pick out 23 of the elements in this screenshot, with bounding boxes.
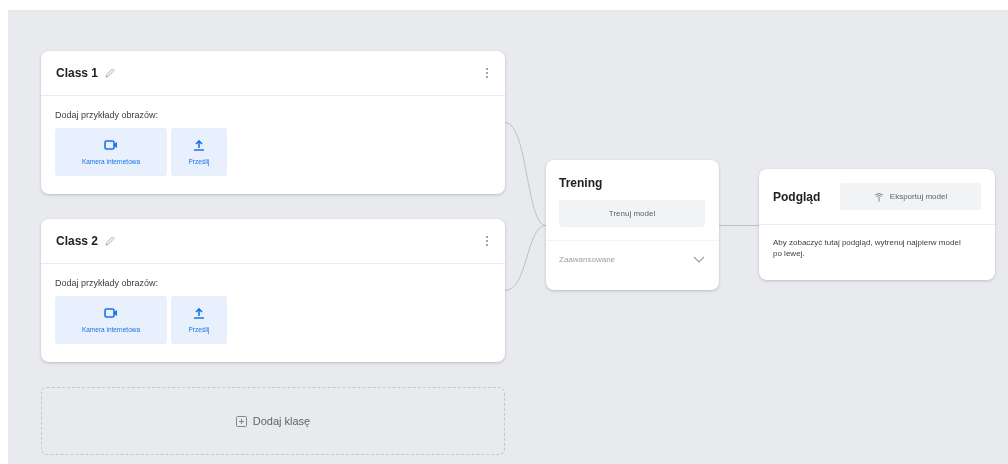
instruction-text: Dodaj przykłady obrazów: (55, 110, 160, 120)
card-title: Podgląd (773, 189, 821, 204)
antenna-icon (873, 191, 884, 202)
chevron-down-icon (693, 256, 705, 263)
advanced-toggle[interactable]: Zaawansowane (546, 241, 719, 264)
webcam-icon (104, 307, 118, 319)
add-class-button[interactable]: Dodaj klasę (41, 387, 505, 455)
preview-message: Aby zobaczyć tutaj podgląd, wytrenuj najpierw model po lewej. (772, 237, 962, 259)
connector-line (719, 225, 759, 226)
card-title: Trening (559, 176, 604, 190)
pencil-icon[interactable] (104, 235, 117, 247)
class-name: Class 2 (56, 234, 99, 248)
pencil-icon[interactable] (104, 67, 117, 79)
webcam-icon (104, 139, 118, 151)
instruction-text: Dodaj przykłady obrazów: (55, 278, 160, 288)
upload-icon (193, 139, 205, 151)
class-name: Class 1 (56, 66, 99, 80)
export-button[interactable]: Eksportuj model (840, 183, 981, 210)
add-icon (235, 415, 247, 427)
more-menu-icon[interactable] (485, 67, 489, 79)
more-menu-icon[interactable] (485, 235, 489, 247)
train-button[interactable]: Trenuj model (559, 200, 705, 227)
upload-icon (193, 307, 205, 319)
